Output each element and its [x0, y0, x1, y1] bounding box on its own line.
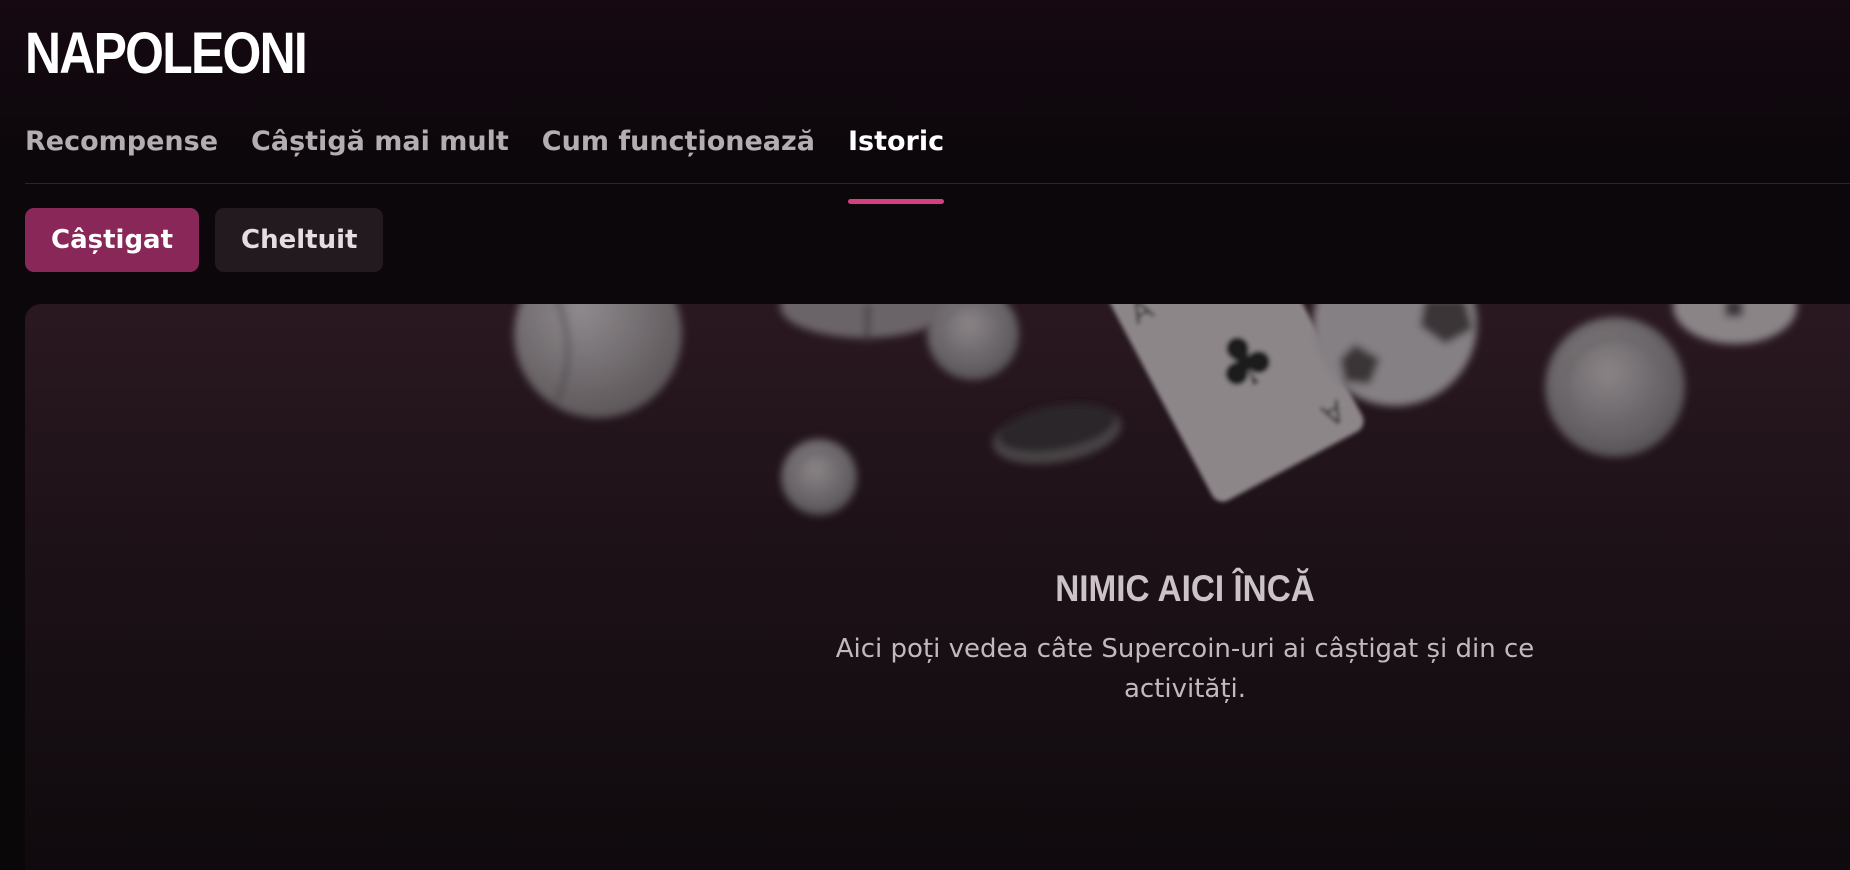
tab-castiga-mai-mult[interactable]: Câștigă mai mult: [251, 122, 509, 183]
coin-icon: [927, 304, 1019, 380]
empty-state-title: NIMIC AICI ÎNCĂ: [1055, 568, 1315, 609]
empty-state-description: Aici poți vedea câte Supercoin-uri ai câ…: [835, 634, 1535, 704]
spent-filter-button[interactable]: Cheltuit: [215, 208, 384, 272]
coin-icon: [781, 439, 857, 515]
tab-bar: Recompense Câștigă mai mult Cum funcțion…: [25, 122, 1850, 204]
history-filter-group: Câștigat Cheltuit: [25, 208, 384, 272]
page-title: NAPOLEONI: [25, 21, 308, 86]
ball-icon: [780, 304, 950, 343]
game-piece-icon: [1673, 304, 1797, 344]
coin-icon: [1545, 317, 1685, 457]
empty-state-panel: A ♣ A NIMIC AICI ÎNCĂ Aici poți vedea câ…: [25, 304, 1850, 870]
tab-cum-functioneaza[interactable]: Cum funcționează: [542, 122, 815, 183]
tab-istoric[interactable]: Istoric: [847, 122, 945, 204]
earned-filter-button[interactable]: Câștigat: [25, 208, 200, 272]
page: NAPOLEONI Recompense Câștigă mai mult Cu…: [0, 0, 1850, 870]
poker-chip-icon: [992, 403, 1122, 464]
tennis-ball-icon: [514, 304, 682, 418]
tab-recompense[interactable]: Recompense: [25, 122, 218, 183]
